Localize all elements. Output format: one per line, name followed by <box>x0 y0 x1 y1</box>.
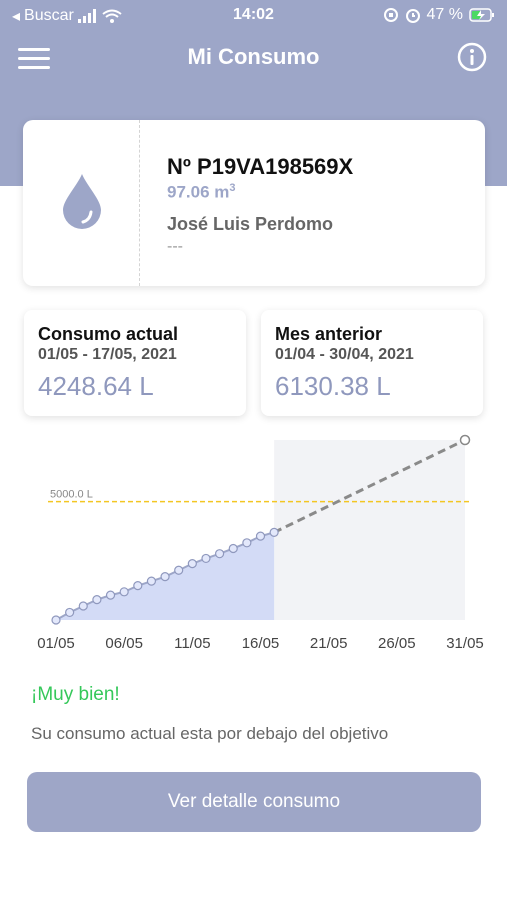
meter-icon-area <box>23 120 140 286</box>
lock-rotation-icon <box>383 8 398 22</box>
x-tick-label: 01/05 <box>37 635 75 652</box>
page-title: Mi Consumo <box>187 44 320 69</box>
meter-owner: José Luis Perdomo <box>167 214 334 234</box>
current-consumption-value: 4248.64 L <box>38 371 154 401</box>
view-detail-button[interactable]: Ver detalle consumo <box>27 772 481 832</box>
data-point <box>160 572 170 582</box>
x-tick-label: 16/05 <box>242 635 280 652</box>
meter-extra: --- <box>167 238 183 255</box>
battery-charging-icon <box>469 8 494 22</box>
status-description: Su consumo actual esta por debajo del ob… <box>31 724 389 743</box>
data-point <box>255 531 266 541</box>
battery-label: 47 % <box>426 6 463 23</box>
data-point <box>119 587 129 597</box>
status-bar: ◂ Buscar 14:02 47 % <box>0 0 507 30</box>
previous-month-value: 6130.38 L <box>275 371 391 401</box>
data-point <box>187 559 197 569</box>
data-point <box>78 601 88 611</box>
x-tick-label: 31/05 <box>446 635 484 652</box>
data-point <box>146 576 157 586</box>
consumption-chart: 5000.0 L 01/05 06/05 11/05 16/05 21/05 26/05 31… <box>37 434 484 652</box>
data-point <box>51 615 61 625</box>
x-tick-label: 11/05 <box>174 635 210 652</box>
status-headline: ¡Muy bien! <box>31 684 120 705</box>
data-point <box>92 595 102 605</box>
data-point <box>269 527 279 537</box>
data-point <box>242 538 252 548</box>
meter-volume-value: 97.06 m <box>167 182 230 202</box>
navigation-bar: Mi Consumo <box>0 30 507 86</box>
current-consumption-title: Consumo actual <box>38 324 179 344</box>
data-point <box>174 565 184 575</box>
future-period-background <box>274 440 465 620</box>
data-point <box>105 590 116 600</box>
data-point <box>133 581 143 591</box>
x-tick-label: 21/05 <box>310 635 348 652</box>
meter-volume: 97.06 m3 <box>167 182 236 203</box>
data-point <box>201 553 211 564</box>
previous-month-title: Mes anterior <box>275 324 383 344</box>
meter-volume-exponent: 3 <box>229 182 236 194</box>
meter-card: Nº P19VA198569X 97.06 m3 José Luis Perdo… <box>23 120 485 286</box>
x-tick-label: 26/05 <box>378 635 416 652</box>
x-tick-label: 06/05 <box>105 635 143 652</box>
status-right: 47 % <box>383 6 495 24</box>
meter-id: Nº P19VA198569X <box>167 154 354 179</box>
data-point <box>65 607 75 618</box>
alarm-icon <box>405 9 420 23</box>
data-point <box>215 549 225 559</box>
projection-end-point <box>459 434 471 446</box>
current-consumption-card: Consumo actual 01/05 - 17/05, 2021 4248.… <box>24 310 246 416</box>
target-label: 5000.0 L <box>50 489 93 501</box>
previous-month-range: 01/04 - 30/04, 2021 <box>275 346 414 363</box>
current-consumption-range: 01/05 - 17/05, 2021 <box>38 346 177 363</box>
water-drop-icon <box>63 174 101 229</box>
info-icon[interactable] <box>457 42 487 72</box>
data-point <box>228 543 238 554</box>
previous-month-card: Mes anterior 01/04 - 30/04, 2021 6130.38… <box>261 310 483 416</box>
